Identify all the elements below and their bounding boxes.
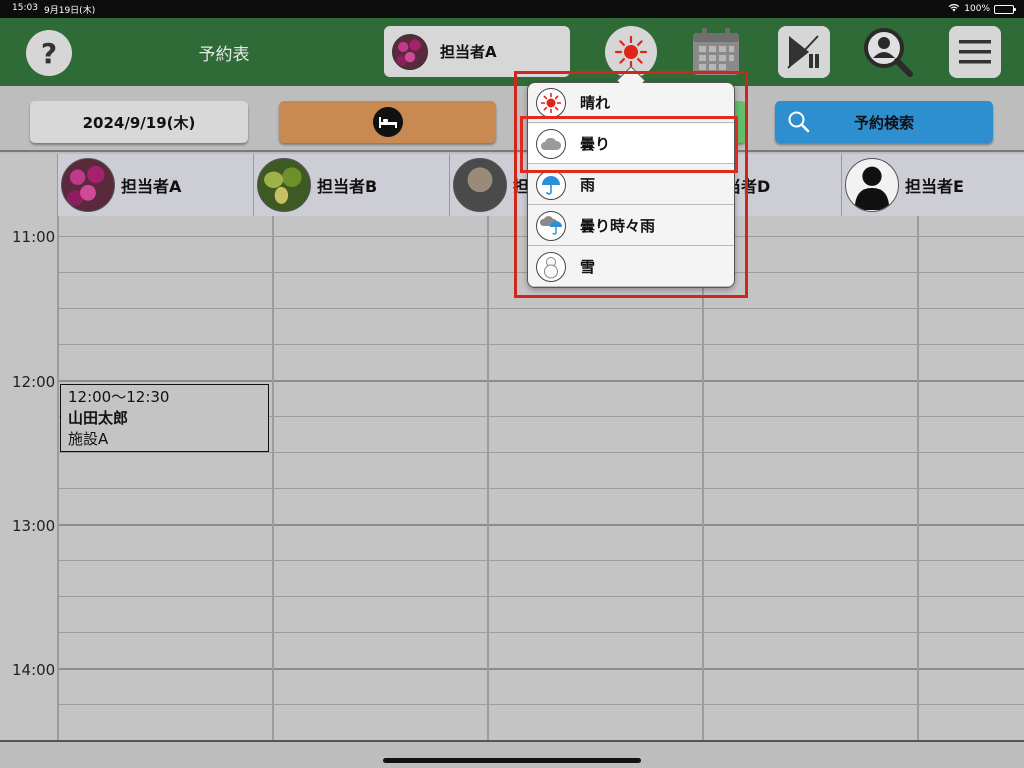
umbrella-icon xyxy=(536,169,566,200)
battery-percent: 100% xyxy=(964,4,990,14)
staff-column-e[interactable]: 担当者E xyxy=(841,154,1024,216)
sun-icon xyxy=(614,35,648,69)
staff-avatar xyxy=(257,158,311,212)
bottom-bar xyxy=(0,740,1024,768)
reservation-search-label: 予約検索 xyxy=(853,113,914,132)
menu-icon xyxy=(959,40,991,64)
appointment-client: 山田太郎 xyxy=(68,409,129,427)
status-time: 15:03 xyxy=(12,3,38,13)
play-pause-icon xyxy=(787,35,819,69)
time-column: 11:00 12:00 13:00 14:00 xyxy=(0,216,57,740)
staff-avatar xyxy=(61,158,115,212)
wifi-icon xyxy=(948,3,960,15)
cloud-icon xyxy=(536,128,566,159)
page-title: 予約表 xyxy=(198,45,250,65)
weather-option-label: 雨 xyxy=(580,176,596,194)
time-grid[interactable] xyxy=(57,216,1024,740)
staff-name: 担当者E xyxy=(905,177,964,196)
staff-name: 担当者B xyxy=(317,177,378,196)
appointment-card[interactable]: 12:00～12:30 山田太郎 施設A xyxy=(60,384,269,452)
user-search-icon xyxy=(864,28,913,77)
staff-avatar xyxy=(392,33,428,70)
status-bar: 15:03 9月19日(木) 100% xyxy=(0,0,1024,18)
menu-button[interactable] xyxy=(949,26,1001,78)
help-icon: ? xyxy=(40,36,58,70)
toolbar: 2024/9/19(木) 予約検索 xyxy=(0,86,1024,152)
time-label: 12:00 xyxy=(12,373,56,391)
help-button[interactable]: ? xyxy=(26,30,72,76)
staff-selector[interactable]: 担当者A xyxy=(384,26,570,77)
status-right: 100% xyxy=(948,3,1016,15)
appointment-time: 12:00～12:30 xyxy=(68,388,170,406)
sun-icon xyxy=(536,87,566,118)
weather-option-rain[interactable]: 雨 xyxy=(528,165,734,205)
appointment-facility: 施設A xyxy=(68,430,109,448)
calendar-icon xyxy=(693,28,739,75)
facility-button[interactable] xyxy=(279,101,496,143)
play-pause-button[interactable] xyxy=(778,26,830,78)
staff-name: 担当者A xyxy=(121,177,182,196)
cloud-rain-icon xyxy=(536,210,566,241)
weather-option-cloudy[interactable]: 曇り xyxy=(528,124,734,164)
app-header: ? 予約表 担当者A xyxy=(0,18,1024,86)
time-label: 11:00 xyxy=(12,228,56,246)
staff-selector-label: 担当者A xyxy=(440,43,497,61)
staff-avatar xyxy=(453,158,507,212)
weather-option-cloudy-rain[interactable]: 曇り時々雨 xyxy=(528,206,734,246)
calendar-button[interactable] xyxy=(690,25,742,77)
person-icon xyxy=(845,158,899,212)
battery-icon xyxy=(994,4,1016,14)
weather-option-label: 晴れ xyxy=(580,94,611,112)
weather-dropdown: 晴れ 曇り 雨 曇り時々雨 雪 xyxy=(527,82,735,288)
weather-option-label: 雪 xyxy=(580,258,596,276)
search-icon xyxy=(787,110,811,138)
weather-option-label: 曇り xyxy=(580,135,611,153)
status-date: 9月19日(木) xyxy=(44,6,96,16)
home-indicator[interactable] xyxy=(383,758,641,763)
weather-option-label: 曇り時々雨 xyxy=(580,217,656,235)
bed-icon xyxy=(372,107,403,137)
snowman-icon xyxy=(536,251,566,282)
date-selector-button[interactable]: 2024/9/19(木) xyxy=(30,101,248,143)
weather-option-snow[interactable]: 雪 xyxy=(528,247,734,287)
staff-column-b[interactable]: 担当者B xyxy=(253,154,449,216)
user-search-button[interactable] xyxy=(862,26,914,78)
staff-column-a[interactable]: 担当者A xyxy=(57,154,253,216)
reservation-search-button[interactable]: 予約検索 xyxy=(775,101,993,143)
time-label: 13:00 xyxy=(12,517,56,535)
time-label: 14:00 xyxy=(12,661,56,679)
